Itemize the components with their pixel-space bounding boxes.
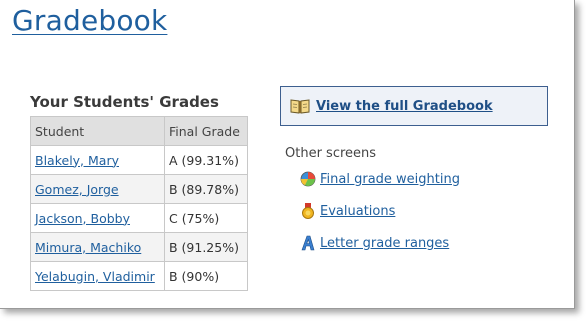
student-link[interactable]: Gomez, Jorge	[35, 182, 119, 197]
view-full-gradebook-link[interactable]: View the full Gradebook	[316, 99, 493, 114]
student-cell: Gomez, Jorge	[30, 174, 165, 204]
student-link[interactable]: Jackson, Bobby	[35, 211, 130, 226]
grade-cell: B (89.78%)	[164, 174, 248, 204]
student-link[interactable]: Mimura, Machiko	[35, 240, 141, 255]
letter-grade-ranges-item[interactable]: Letter grade ranges	[300, 235, 449, 251]
page-title[interactable]: Gradebook	[12, 4, 167, 37]
screenshot-frame: Gradebook Your Students' Grades Student …	[0, 0, 575, 309]
table-header-row: Student Final Grade	[30, 116, 248, 146]
letter-grade-ranges-link[interactable]: Letter grade ranges	[320, 236, 449, 251]
evaluations-link[interactable]: Evaluations	[320, 204, 395, 219]
column-header-student: Student	[30, 116, 165, 146]
grade-cell: C (75%)	[164, 203, 248, 233]
other-screens-title: Other screens	[285, 146, 377, 161]
grades-section-title: Your Students' Grades	[30, 93, 219, 111]
final-grade-weighting-item[interactable]: Final grade weighting	[300, 171, 460, 187]
grade-cell: B (90%)	[164, 261, 248, 291]
letter-a-icon	[300, 235, 316, 251]
student-link[interactable]: Yelabugin, Vladimir	[35, 269, 155, 284]
table-row: Mimura, Machiko B (91.25%)	[30, 232, 248, 262]
student-cell: Yelabugin, Vladimir	[30, 261, 165, 291]
table-row: Jackson, Bobby C (75%)	[30, 203, 248, 233]
grade-cell: A (99.31%)	[164, 145, 248, 175]
full-gradebook-panel: View the full Gradebook	[280, 86, 548, 126]
student-cell: Blakely, Mary	[30, 145, 165, 175]
evaluations-item[interactable]: Evaluations	[300, 203, 395, 219]
table-row: Blakely, Mary A (99.31%)	[30, 145, 248, 175]
table-row: Yelabugin, Vladimir B (90%)	[30, 261, 248, 291]
grade-cell: B (91.25%)	[164, 232, 248, 262]
table-row: Gomez, Jorge B (89.78%)	[30, 174, 248, 204]
student-link[interactable]: Blakely, Mary	[35, 153, 119, 168]
pie-chart-icon	[300, 171, 316, 187]
final-grade-weighting-link[interactable]: Final grade weighting	[320, 172, 460, 187]
column-header-final-grade: Final Grade	[164, 116, 248, 146]
torn-edge	[570, 0, 574, 308]
medal-icon	[300, 203, 316, 219]
student-cell: Mimura, Machiko	[30, 232, 165, 262]
student-cell: Jackson, Bobby	[30, 203, 165, 233]
grades-table: Student Final Grade Blakely, Mary A (99.…	[30, 116, 248, 291]
book-icon	[290, 98, 310, 118]
